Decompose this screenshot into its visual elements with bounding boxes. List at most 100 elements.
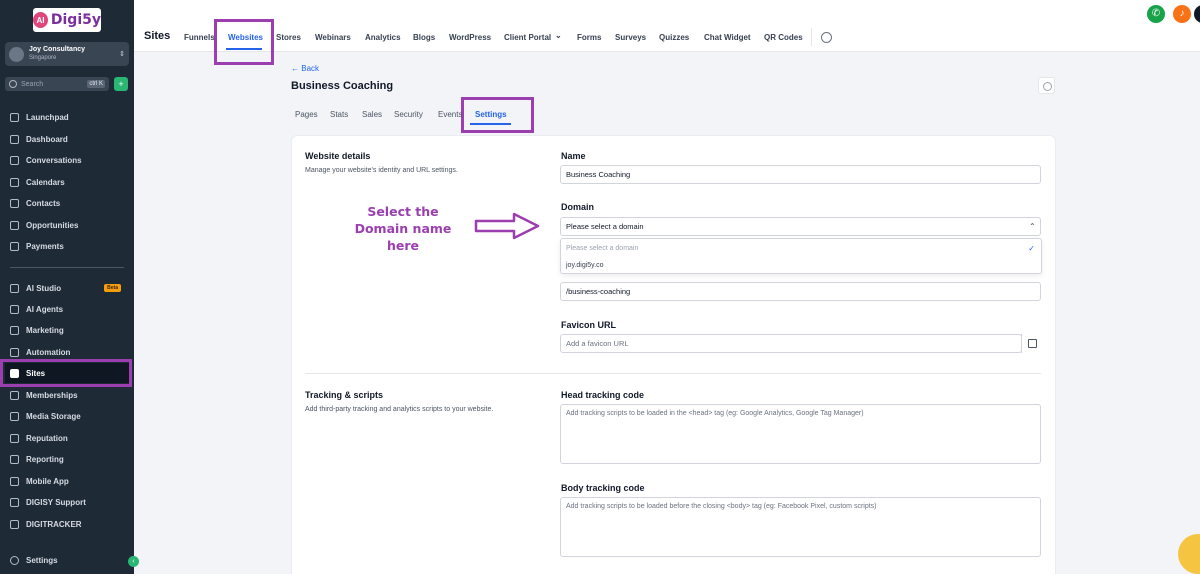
sidebar-item-contacts[interactable]: Contacts — [5, 193, 131, 213]
mobile-icon — [10, 476, 19, 486]
search-input[interactable]: Search — [21, 81, 87, 88]
sidebar-item-mobile-app[interactable]: Mobile App — [5, 471, 131, 491]
tab-client-portal[interactable]: Client Portal — [504, 33, 551, 42]
sidebar-item-settings[interactable]: Settings — [5, 550, 131, 570]
collapse-sidebar-button[interactable]: ‹ — [128, 556, 139, 567]
tab-webinars[interactable]: Webinars — [315, 33, 351, 42]
ai-studio-icon — [10, 283, 19, 293]
tab-quizzes[interactable]: Quizzes — [659, 33, 689, 42]
sidebar-item-reputation[interactable]: Reputation — [5, 428, 131, 448]
user-avatar[interactable] — [1194, 5, 1200, 23]
sidebar-item-digisy-support[interactable]: DIGISY Support — [5, 492, 131, 512]
tab-qr-codes[interactable]: QR Codes — [764, 33, 803, 42]
tab-surveys[interactable]: Surveys — [615, 33, 646, 42]
funnel-icon — [10, 220, 19, 230]
arrow-right-icon — [474, 212, 540, 240]
chevron-up-icon: ⌃ — [1029, 222, 1036, 231]
sidebar-item-label: Contacts — [26, 198, 61, 208]
tab-forms[interactable]: Forms — [577, 33, 601, 42]
tab-analytics[interactable]: Analytics — [365, 33, 401, 42]
top-bar: Sites Funnels Websites Stores Webinars Analy… — [134, 0, 1200, 52]
calendar-icon — [10, 177, 19, 187]
grid-icon — [10, 134, 19, 144]
sparkle-icon — [10, 304, 19, 314]
star-icon — [10, 433, 19, 443]
path-field[interactable]: /business-coaching — [560, 282, 1041, 301]
account-avatar — [9, 46, 24, 62]
domain-option-placeholder[interactable]: Please select a domain — [566, 245, 638, 252]
sidebar-item-opportunities[interactable]: Opportunities — [5, 215, 131, 235]
domain-option[interactable]: joy.digi5y.co — [566, 262, 603, 269]
sidebar-item-conversations[interactable]: Conversations — [5, 150, 131, 170]
subtab-security[interactable]: Security — [394, 110, 423, 119]
media-icon — [10, 411, 19, 421]
domain-select[interactable]: Please select a domain — [560, 217, 1041, 236]
search-shortcut: ctrl K — [87, 80, 105, 88]
sidebar-item-payments[interactable]: Payments — [5, 236, 131, 256]
tab-funnels[interactable]: Funnels — [184, 33, 215, 42]
sidebar-item-ai-agents[interactable]: AI Agents — [5, 299, 131, 319]
account-switcher[interactable]: Joy Consultancy Singapore ⇕ — [5, 42, 129, 66]
sidebar-item-label: Marketing — [26, 325, 64, 335]
sidebar-item-label: DIGITRACKER — [26, 519, 82, 529]
search-bar[interactable]: Search ctrl K — [5, 77, 109, 91]
tracking-description: Add third-party tracking and analytics s… — [305, 406, 494, 413]
subtab-settings[interactable]: Settings — [475, 110, 507, 119]
info-icon[interactable] — [1038, 77, 1055, 94]
tracking-title: Tracking & scripts — [305, 390, 384, 400]
sidebar-item-memberships[interactable]: Memberships — [5, 385, 131, 405]
subtab-sales[interactable]: Sales — [362, 110, 382, 119]
gear-icon[interactable] — [821, 32, 832, 43]
sidebar-item-label: Conversations — [26, 155, 82, 165]
sidebar-item-digitracker[interactable]: DIGITRACKER — [5, 514, 131, 534]
chevron-down-icon: ⌄ — [555, 31, 562, 40]
sidebar-item-label: Reporting — [26, 454, 64, 464]
rocket-icon — [10, 112, 19, 122]
tab-stores[interactable]: Stores — [276, 33, 301, 42]
favicon-label: Favicon URL — [561, 320, 617, 330]
domain-label: Domain — [561, 202, 595, 212]
head-tracking-label: Head tracking code — [561, 390, 645, 400]
logo-badge: AI — [33, 12, 48, 28]
subtab-events[interactable]: Events — [438, 110, 462, 119]
sidebar-item-label: AI Studio — [26, 283, 62, 293]
favicon-url-field[interactable]: Add a favicon URL — [560, 334, 1022, 353]
chevron-updown-icon: ⇕ — [119, 51, 125, 58]
sidebar-item-ai-studio[interactable]: AI Studio Beta — [5, 278, 131, 298]
page-section-title: Sites — [144, 30, 171, 42]
head-tracking-textarea[interactable]: Add tracking scripts to be loaded in the… — [560, 404, 1041, 464]
highlight-websites-tab — [214, 19, 274, 65]
image-upload-icon[interactable] — [1021, 334, 1041, 353]
sidebar-item-calendars[interactable]: Calendars — [5, 172, 131, 192]
website-details-description: Manage your website's identity and URL s… — [305, 167, 458, 174]
website-details-title: Website details — [305, 151, 371, 161]
sidebar-item-marketing[interactable]: Marketing — [5, 320, 131, 340]
brand-logo[interactable]: AI Digi5y — [33, 8, 101, 32]
sidebar-item-label: Automation — [26, 347, 71, 357]
sidebar-item-reporting[interactable]: Reporting — [5, 449, 131, 469]
sidebar-item-launchpad[interactable]: Launchpad — [5, 107, 131, 127]
body-tracking-textarea[interactable]: Add tracking scripts to be loaded before… — [560, 497, 1041, 557]
tab-blogs[interactable]: Blogs — [413, 33, 435, 42]
section-divider — [305, 373, 1041, 374]
gear-icon — [10, 555, 19, 565]
payments-icon — [10, 241, 19, 251]
annotation-line-3: here — [386, 238, 420, 253]
annotation-line-2: Domain name — [354, 221, 452, 236]
tab-wordpress[interactable]: WordPress — [449, 33, 491, 42]
sidebar-item-label: Settings — [26, 555, 58, 565]
sidebar-item-media-storage[interactable]: Media Storage — [5, 406, 131, 426]
sidebar-item-dashboard[interactable]: Dashboard — [5, 129, 131, 149]
chat-widget-button[interactable] — [1178, 534, 1200, 574]
highlight-sites-item — [0, 359, 132, 387]
name-field[interactable]: Business Coaching — [560, 165, 1041, 184]
phone-icon[interactable]: ✆ — [1147, 5, 1165, 23]
subtab-stats[interactable]: Stats — [330, 110, 348, 119]
tab-chat-widget[interactable]: Chat Widget — [704, 33, 751, 42]
quick-action-button[interactable]: + — [114, 77, 128, 91]
check-icon: ✓ — [1028, 244, 1035, 253]
back-link[interactable]: ← Back — [291, 64, 319, 73]
beta-badge: Beta — [104, 284, 121, 292]
bell-icon[interactable]: ♪ — [1173, 5, 1191, 23]
subtab-pages[interactable]: Pages — [295, 110, 318, 119]
